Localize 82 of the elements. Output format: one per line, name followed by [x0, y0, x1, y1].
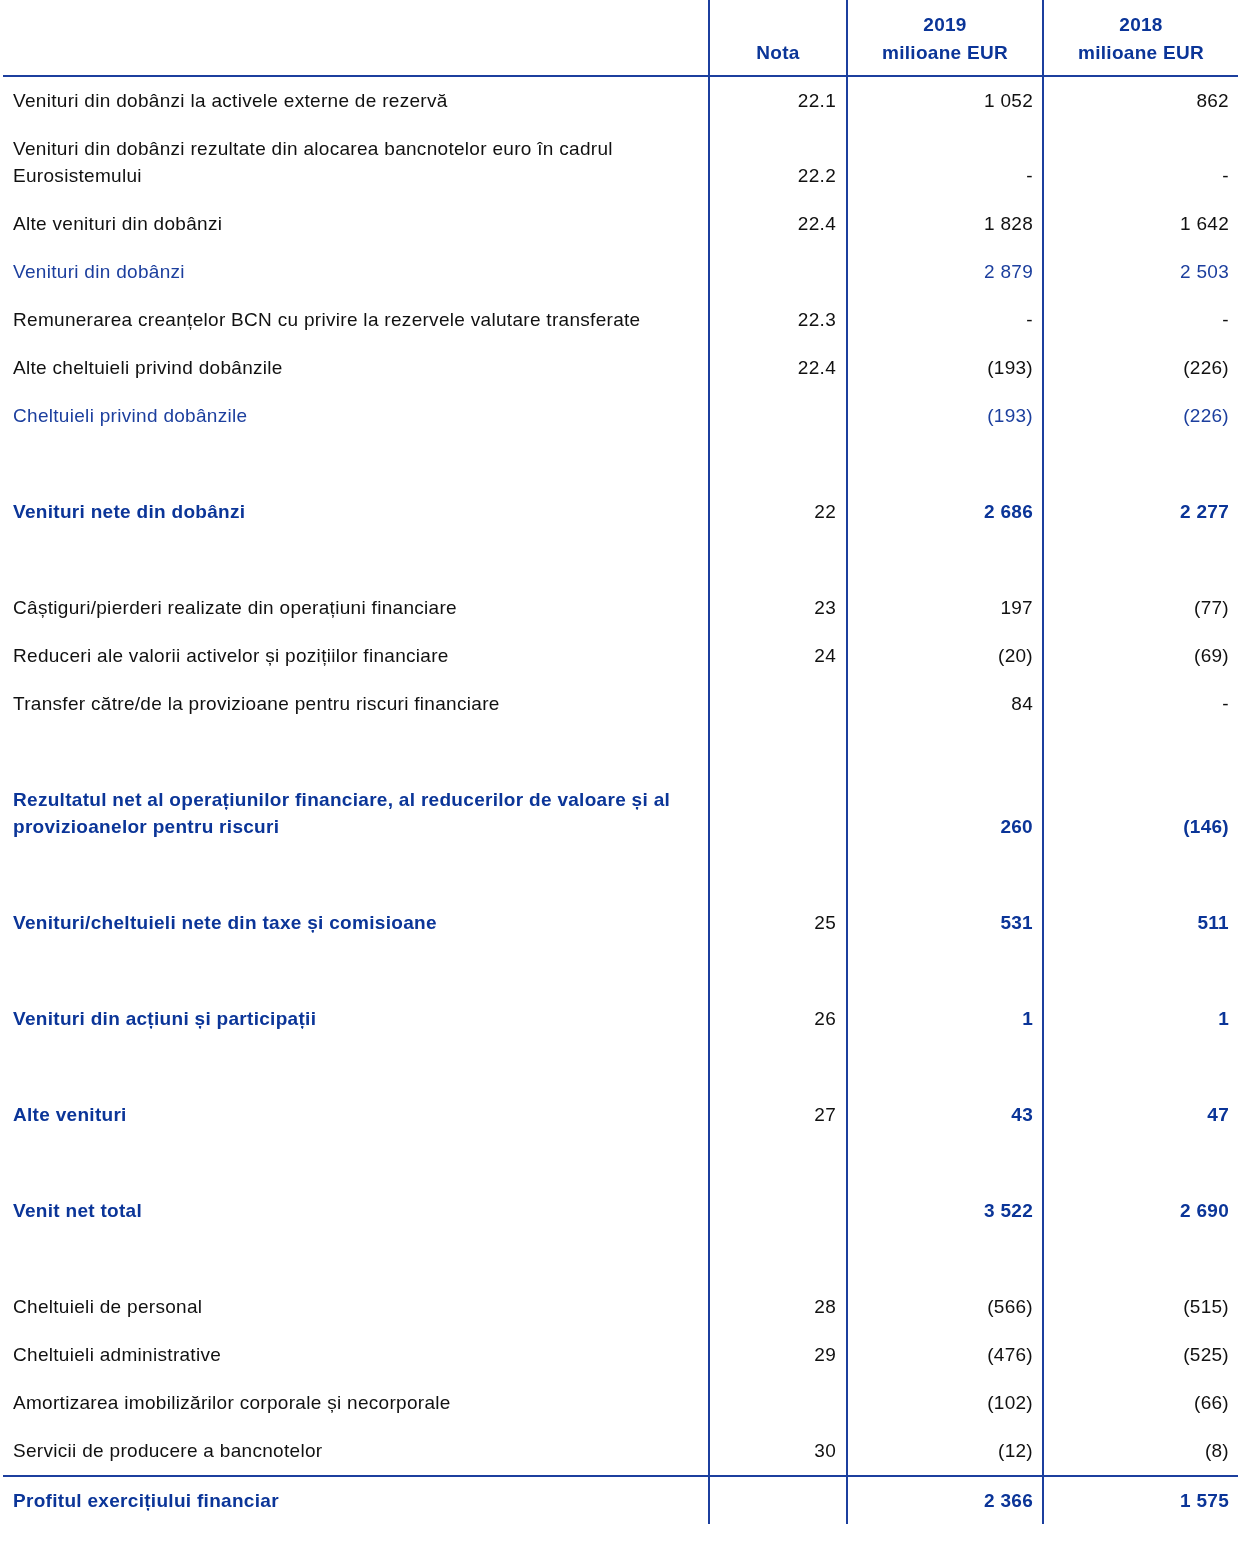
row-label: Rezultatul net al operațiunilor financiare, al reducerilor de valoare și al provizioanelor pentru riscuri — [13, 788, 672, 839]
note-number: 25 — [814, 911, 836, 935]
amount: - — [1222, 692, 1229, 716]
amount: - — [1222, 164, 1229, 188]
row-label: Profitul exercițiului financiar — [13, 1489, 279, 1513]
amount: (566) — [987, 1295, 1033, 1319]
note-number: 28 — [814, 1295, 836, 1319]
amount: (525) — [1183, 1343, 1229, 1367]
row-label: Reduceri ale valorii activelor și pozițiilor financiare — [13, 644, 449, 668]
amount: 531 — [1000, 911, 1033, 935]
row-label: Servicii de producere a bancnotelor — [13, 1439, 323, 1463]
row-label: Alte venituri din dobânzi — [13, 212, 223, 236]
amount: (66) — [1194, 1391, 1229, 1415]
amount: 47 — [1207, 1103, 1229, 1127]
note-number: 22 — [814, 500, 836, 524]
note-number: 22.3 — [797, 308, 836, 332]
amount: 2 366 — [983, 1489, 1033, 1513]
amount: 2 879 — [983, 260, 1033, 284]
amount: (226) — [1183, 404, 1229, 428]
amount: 84 — [1011, 692, 1033, 716]
row-label: Venituri/cheltuieli nete din taxe și comisioane — [13, 911, 437, 935]
row-label: Venituri din dobânzi rezultate din alocarea bancnotelor euro în cadrul Eurosistemului — [13, 137, 614, 188]
amount: 1 — [1218, 1007, 1229, 1031]
note-number: 29 — [814, 1343, 836, 1367]
note-number: 26 — [814, 1007, 836, 1031]
amount: 1 828 — [983, 212, 1033, 236]
amount: (77) — [1194, 596, 1229, 620]
row-label: Câștiguri/pierderi realizate din operațiuni financiare — [13, 596, 457, 620]
row-label: Venit net total — [13, 1199, 143, 1223]
amount: 3 522 — [983, 1199, 1033, 1223]
amount: (146) — [1183, 815, 1229, 839]
row-label: Cheltuieli privind dobânzile — [13, 404, 248, 428]
amount: (69) — [1194, 644, 1229, 668]
row-label: Alte cheltuieli privind dobânzile — [13, 356, 283, 380]
row-label: Cheltuieli de personal — [13, 1295, 203, 1319]
row-label: Cheltuieli administrative — [13, 1343, 222, 1367]
amount: 1 575 — [1179, 1489, 1229, 1513]
amount: 862 — [1196, 89, 1229, 113]
column-header: 2019 — [923, 13, 967, 37]
row-label: Venituri din acțiuni și participații — [13, 1007, 317, 1031]
row-label: Alte venituri — [13, 1103, 127, 1127]
row-label: Remunerarea creanțelor BCN cu privire la rezervele valutare transferate — [13, 308, 641, 332]
amount: 2 503 — [1179, 260, 1229, 284]
amount: 1 052 — [983, 89, 1033, 113]
note-number: 22.4 — [797, 356, 836, 380]
amount: (226) — [1183, 356, 1229, 380]
amount: 2 686 — [983, 500, 1033, 524]
note-number: 22.1 — [797, 89, 836, 113]
amount: (20) — [998, 644, 1033, 668]
row-label: Transfer către/de la provizioane pentru riscuri financiare — [13, 692, 500, 716]
row-label: Venituri din dobânzi — [13, 260, 185, 284]
amount: 1 642 — [1179, 212, 1229, 236]
note-number: 22.4 — [797, 212, 836, 236]
row-label: Amortizarea imobilizărilor corporale și necorporale — [13, 1391, 451, 1415]
note-number: 24 — [814, 644, 836, 668]
column-header: 2018 — [1119, 13, 1163, 37]
amount: (12) — [998, 1439, 1033, 1463]
row-label: Venituri nete din dobânzi — [13, 500, 246, 524]
amount: (193) — [987, 356, 1033, 380]
amount: - — [1026, 164, 1033, 188]
row-label: Venituri din dobânzi la activele externe de rezervă — [13, 89, 448, 113]
note-number: 30 — [814, 1439, 836, 1463]
amount: (515) — [1183, 1295, 1229, 1319]
amount: (476) — [987, 1343, 1033, 1367]
amount: 43 — [1011, 1103, 1033, 1127]
amount: - — [1026, 308, 1033, 332]
column-header: milioane EUR — [881, 41, 1009, 65]
amount: 197 — [1000, 596, 1033, 620]
amount: (102) — [987, 1391, 1033, 1415]
column-header: Nota — [756, 41, 800, 65]
amount: 260 — [1000, 815, 1033, 839]
column-header: milioane EUR — [1077, 41, 1205, 65]
note-number: 27 — [814, 1103, 836, 1127]
amount: - — [1222, 308, 1229, 332]
amount: 511 — [1197, 911, 1229, 935]
amount: (193) — [987, 404, 1033, 428]
amount: 1 — [1022, 1007, 1033, 1031]
amount: 2 690 — [1179, 1199, 1229, 1223]
amount: 2 277 — [1179, 500, 1229, 524]
note-number: 23 — [814, 596, 836, 620]
note-number: 22.2 — [797, 164, 836, 188]
amount: (8) — [1204, 1439, 1229, 1463]
